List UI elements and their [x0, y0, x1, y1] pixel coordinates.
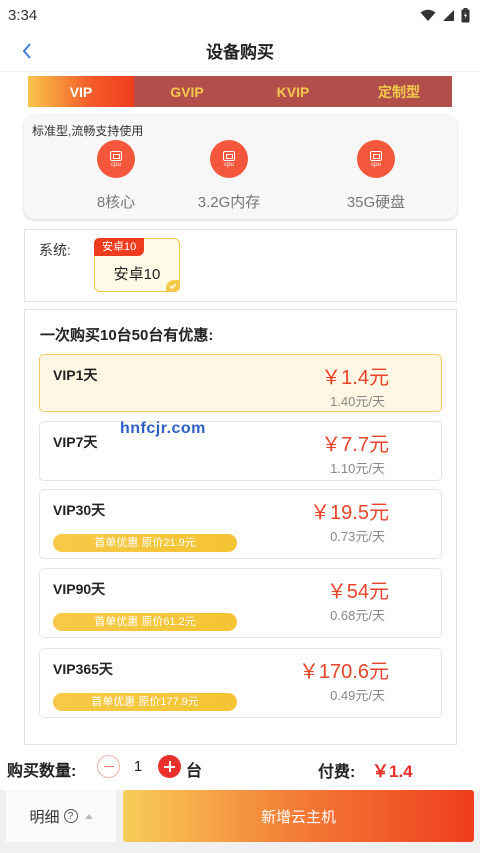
signal-icon	[443, 9, 454, 21]
first-order-discount-badge: 首单优惠 原价61.2元	[53, 613, 237, 631]
quantity-unit: 台	[186, 763, 203, 780]
plan-unit-price: 0.68元/天	[330, 608, 385, 623]
plan-unit-price: 1.40元/天	[330, 394, 385, 409]
quantity-bar: 购买数量: 1 台 付费: ￥1.4	[0, 745, 480, 790]
watermark: hnfcjr.com	[120, 420, 206, 437]
system-label: 系统:	[39, 242, 71, 258]
tab-vip[interactable]: VIP	[28, 76, 134, 107]
cpu-icon: cpu	[357, 140, 395, 178]
minus-icon	[103, 765, 114, 768]
spec-description: 标准型,流畅支持使用	[32, 124, 144, 138]
plan-name: VIP90天	[53, 581, 106, 597]
footer: 明细 ? 新增云主机	[0, 790, 480, 853]
plan-price: ￥1.4元	[321, 367, 389, 389]
os-option-android10[interactable]: 安卓10 安卓10	[94, 238, 180, 292]
plan-price: ￥19.5元	[310, 502, 389, 524]
spec-value: 3.2G内存	[197, 194, 261, 211]
plans-card: 一次购买10台50台有优惠: VIP1天 ￥1.4元 1.40元/天 VIP7天…	[24, 309, 457, 745]
plan-type-tabs: VIP GVIP KVIP 定制型	[28, 76, 452, 107]
first-order-discount-badge: 首单优惠 原价177.9元	[53, 693, 237, 711]
caret-up-icon	[84, 813, 93, 819]
spec-item-memory: cpu 3.2G内存	[174, 140, 284, 212]
os-tag: 安卓10	[94, 238, 145, 256]
first-order-discount-badge: 首单优惠 原价21.9元	[53, 534, 237, 552]
status-bar: 3:34	[0, 0, 480, 30]
plan-name: VIP1天	[53, 367, 98, 383]
fee-label: 付费:	[318, 764, 356, 781]
fee-value: ￥1.4	[372, 762, 413, 781]
spec-value: 8核心	[96, 194, 136, 211]
plan-name: VIP30天	[53, 502, 106, 518]
plan-unit-price: 0.49元/天	[330, 688, 385, 703]
plans-title: 一次购买10台50台有优惠:	[40, 327, 214, 344]
detail-label: 明细	[29, 808, 60, 826]
nav-bar: 设备购买	[0, 30, 480, 72]
help-icon: ?	[63, 809, 78, 823]
plan-name: VIP7天	[53, 434, 98, 450]
quantity-label: 购买数量:	[7, 763, 77, 780]
quantity-value: 1	[133, 758, 143, 775]
quantity-decrement-button[interactable]	[97, 755, 120, 778]
system-card: 系统: 安卓10 安卓10	[24, 229, 457, 302]
plan-price: ￥170.6元	[298, 661, 389, 683]
battery-icon	[461, 7, 470, 22]
plan-price: ￥54元	[326, 581, 389, 603]
tab-custom[interactable]: 定制型	[346, 76, 452, 107]
page-title: 设备购买	[206, 43, 274, 62]
check-icon	[166, 280, 180, 292]
spec-item-disk: cpu 35G硬盘	[321, 140, 431, 212]
chevron-left-icon	[22, 43, 31, 59]
plan-price: ￥7.7元	[321, 434, 389, 456]
back-button[interactable]	[14, 38, 40, 64]
status-icons	[420, 7, 470, 23]
plan-option-vip1[interactable]: VIP1天 ￥1.4元 1.40元/天	[39, 354, 442, 412]
spec-item-cores: cpu 8核心	[61, 140, 171, 212]
tab-kvip[interactable]: KVIP	[240, 76, 346, 107]
plan-option-vip30[interactable]: VIP30天 ￥19.5元 0.73元/天 首单优惠 原价21.9元	[39, 489, 442, 559]
spec-card: 标准型,流畅支持使用 cpu 8核心 cpu 3.2G内存 cpu 35G硬盘	[24, 115, 457, 219]
plan-option-vip365[interactable]: VIP365天 ￥170.6元 0.49元/天 首单优惠 原价177.9元	[39, 648, 442, 718]
status-time: 3:34	[8, 6, 38, 24]
spec-value: 35G硬盘	[346, 194, 406, 211]
plan-unit-price: 1.10元/天	[330, 461, 385, 476]
detail-button[interactable]: 明细 ?	[6, 790, 116, 842]
cpu-icon: cpu	[210, 140, 248, 178]
plan-option-vip90[interactable]: VIP90天 ￥54元 0.68元/天 首单优惠 原价61.2元	[39, 568, 442, 638]
os-name: 安卓10	[113, 266, 161, 283]
plan-unit-price: 0.73元/天	[330, 529, 385, 544]
plan-name: VIP365天	[53, 661, 113, 677]
quantity-increment-button[interactable]	[158, 755, 181, 778]
cpu-icon: cpu	[97, 140, 135, 178]
plan-option-vip7[interactable]: VIP7天 ￥7.7元 1.10元/天	[39, 421, 442, 481]
create-cloud-host-button[interactable]: 新增云主机	[123, 790, 474, 842]
wifi-icon	[420, 9, 436, 21]
tab-gvip[interactable]: GVIP	[134, 76, 240, 107]
